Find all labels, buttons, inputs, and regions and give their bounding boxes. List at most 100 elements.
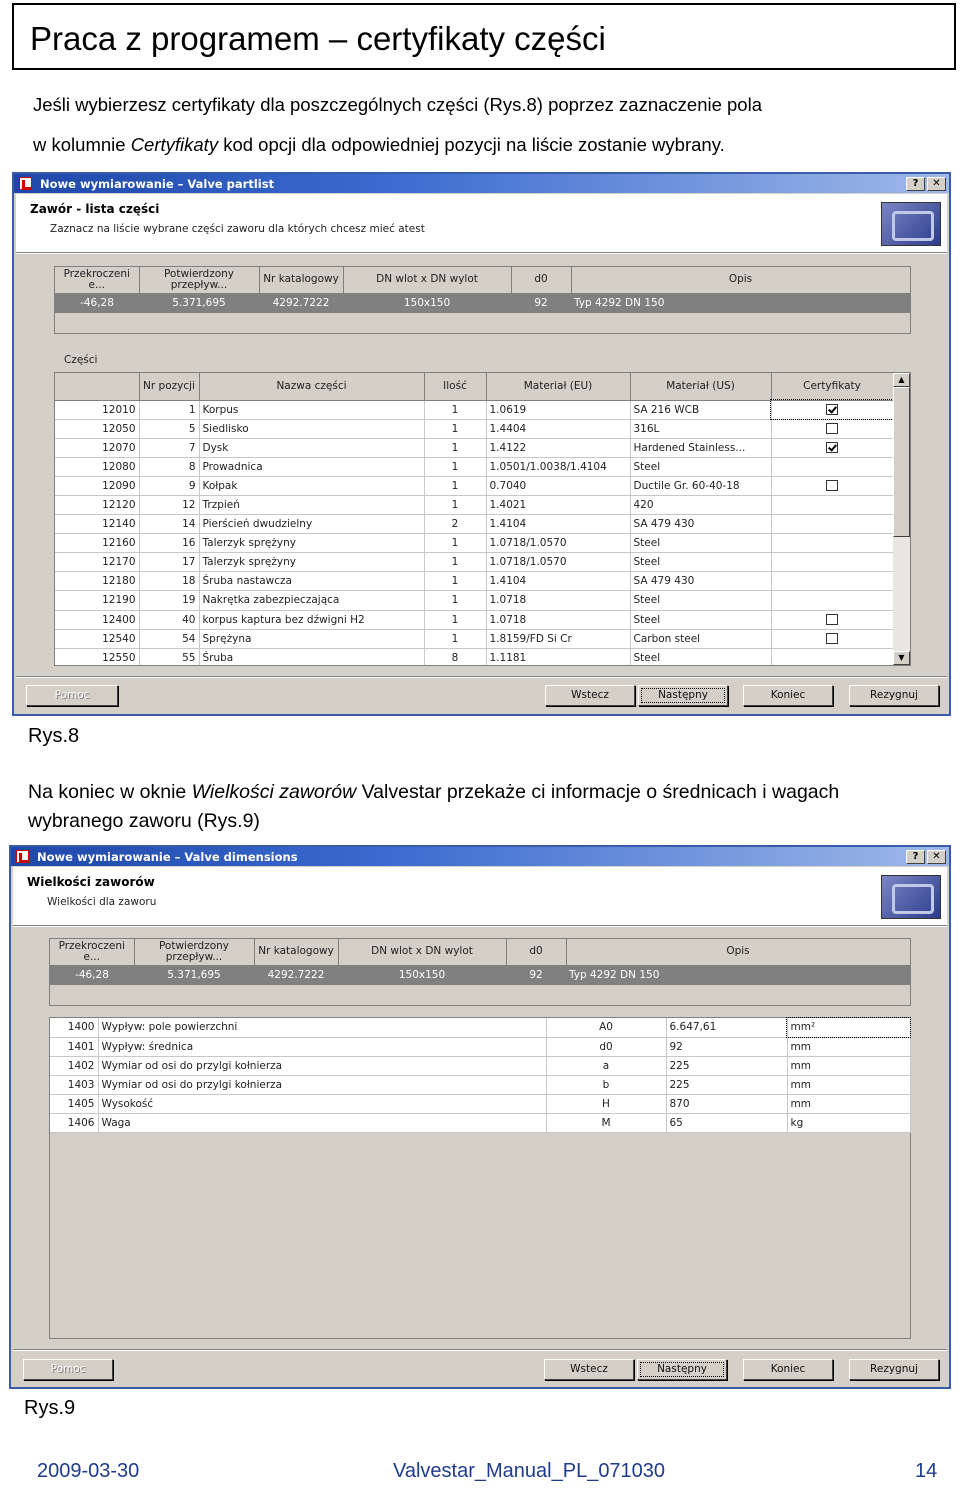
certificate-cell[interactable] (771, 457, 894, 477)
scroll-down-icon[interactable]: ▼ (893, 651, 910, 665)
col-header[interactable] (55, 373, 140, 401)
table-row[interactable]: 12090 9 Kołpak 1 0.7040 Ductile Gr. 60-40-18 (55, 476, 894, 496)
col-header[interactable]: Potwierdzony przepływ... (139, 267, 260, 294)
table-row[interactable]: 12190 19 Nakrętka zabezpieczająca 1 1.0718 St… (55, 590, 894, 611)
certificate-cell[interactable] (771, 438, 894, 458)
col-header[interactable]: DN wlot x DN wylot (343, 267, 512, 294)
cancel-button[interactable]: Rezygnuj (849, 685, 939, 706)
col-header[interactable]: Nr katalogowy (259, 267, 344, 294)
certificate-cell[interactable] (771, 629, 894, 649)
certificate-cell[interactable] (771, 495, 894, 516)
certificate-cell[interactable] (771, 533, 894, 554)
table-row[interactable]: 1402 Wymiar od osi do przylgi kołnierza a 2… (50, 1056, 911, 1076)
checkbox-icon[interactable] (826, 480, 838, 492)
help-icon[interactable]: ? (906, 177, 925, 191)
checkbox-icon[interactable] (826, 423, 838, 435)
parts-grid: Nr pozycji Nazwa części Ilość Materiał (… (54, 372, 911, 666)
table-row[interactable]: 1405 Wysokość H 870 mm (50, 1094, 911, 1114)
next-button[interactable]: Następny (638, 685, 728, 706)
col-header[interactable]: Certyfikaty (771, 373, 894, 401)
table-row[interactable]: 12120 12 Trzpień 1 1.4021 420 (55, 495, 894, 516)
divider (16, 676, 947, 678)
dimension-name-cell: Waga (98, 1113, 547, 1134)
col-header[interactable]: Ilość (424, 373, 487, 401)
scroll-up-icon[interactable]: ▲ (893, 373, 910, 387)
table-row[interactable]: 1401 Wypływ: średnica d0 92 mm (50, 1037, 911, 1057)
col-header[interactable]: Nr katalogowy (254, 939, 339, 966)
quantity-cell: 1 (424, 419, 487, 439)
close-icon[interactable]: ✕ (927, 177, 946, 191)
next-button[interactable]: Następny (637, 1359, 727, 1380)
parts-label: Części (64, 354, 98, 366)
table-row[interactable]: 1400 Wypływ: pole powierzchni A0 6.647,61 mm… (50, 1016, 911, 1039)
part-name-cell: Prowadnica (199, 457, 425, 477)
help-button[interactable]: Pomoc (26, 685, 118, 706)
cancel-button[interactable]: Rezygnuj (849, 1359, 939, 1380)
table-row[interactable]: -46,28 5.371,695 4292.7222 150x150 92 Ty… (50, 965, 910, 985)
certificate-cell[interactable] (770, 398, 894, 421)
table-row[interactable]: 12170 17 Talerzyk sprężyny 1 1.0718/1.0570 St… (55, 552, 894, 573)
col-header[interactable]: Materiał (US) (630, 373, 772, 401)
certificate-cell[interactable] (771, 648, 894, 665)
material-eu-cell: 0.7040 (486, 476, 631, 496)
col-header[interactable]: Opis (571, 267, 911, 294)
help-icon[interactable]: ? (906, 850, 925, 864)
partlist-window: Nowe wymiarowanie – Valve partlist ? ✕ Z… (12, 172, 951, 716)
col-header[interactable]: Potwierdzony przepływ... (134, 939, 255, 966)
material-eu-cell: 1.0718/1.0570 (486, 533, 631, 554)
table-row[interactable]: 12010 1 Korpus 1 1.0619 SA 216 WCB (55, 398, 894, 421)
symbol-cell: d0 (546, 1037, 667, 1057)
part-name-cell: Talerzyk sprężyny (199, 552, 425, 573)
checkbox-icon[interactable] (826, 614, 838, 626)
table-row[interactable]: 12180 18 Śruba nastawcza 1 1.4104 SA 479 430 (55, 571, 894, 592)
col-header[interactable]: Nr pozycji (139, 373, 200, 401)
table-row[interactable]: 12070 7 Dysk 1 1.4122 Hardened Stainless... (55, 438, 894, 458)
table-row[interactable]: -46,28 5.371,695 4292.7222 150x150 92 Ty… (55, 293, 910, 313)
part-id-cell: 12010 (55, 400, 140, 420)
back-button[interactable]: Wstecz (545, 685, 635, 706)
material-us-cell: Steel (630, 610, 772, 630)
quantity-cell: 1 (424, 400, 487, 420)
col-header[interactable]: Opis (566, 939, 911, 966)
vertical-scrollbar[interactable]: ▲ ▼ (893, 373, 910, 665)
table-row[interactable]: 12540 54 Sprężyna 1 1.8159/FD Si Cr Carbon st… (55, 629, 894, 649)
table-row[interactable]: 12050 5 Siedlisko 1 1.4404 316L (55, 419, 894, 439)
certificate-cell[interactable] (771, 419, 894, 439)
material-eu-cell: 1.1181 (486, 648, 631, 665)
certificate-cell[interactable] (771, 476, 894, 496)
checkbox-icon[interactable] (826, 633, 838, 645)
close-icon[interactable]: ✕ (927, 850, 946, 864)
quantity-cell: 1 (424, 590, 487, 611)
table-row[interactable]: 12160 16 Talerzyk sprężyny 1 1.0718/1.0570 St… (55, 533, 894, 554)
table-row[interactable]: 1403 Wymiar od osi do przylgi kołnierza b 2… (50, 1075, 911, 1095)
finish-button[interactable]: Koniec (743, 1359, 833, 1380)
finish-button[interactable]: Koniec (743, 685, 833, 706)
col-header[interactable]: Materiał (EU) (486, 373, 631, 401)
col-header[interactable]: Przekroczeni e... (55, 267, 140, 294)
col-header[interactable]: Przekroczeni e... (50, 939, 135, 966)
col-header[interactable]: DN wlot x DN wylot (338, 939, 507, 966)
col-header[interactable]: d0 (506, 939, 567, 966)
checkbox-checked-icon[interactable] (826, 442, 838, 454)
part-id-cell: 12140 (55, 514, 140, 535)
table-row[interactable]: 1406 Waga M 65 kg (50, 1113, 911, 1134)
col-header[interactable]: d0 (511, 267, 572, 294)
table-row[interactable]: 12400 40 korpus kaptura bez dźwigni H2 1 1.0… (55, 610, 894, 630)
certificate-cell[interactable] (771, 552, 894, 573)
table-row[interactable]: 12550 55 Śruba 8 1.1181 Steel (55, 648, 894, 665)
cell: 5.371,695 (134, 965, 254, 985)
certificate-cell[interactable] (771, 610, 894, 630)
unit-cell: mm (787, 1075, 911, 1095)
col-header[interactable]: Nazwa części (199, 373, 425, 401)
checkbox-checked-icon[interactable] (826, 404, 838, 416)
scroll-thumb[interactable] (893, 387, 910, 537)
table-row[interactable]: 12080 8 Prowadnica 1 1.0501/1.0038/1.4104 Ste… (55, 457, 894, 477)
certificate-cell[interactable] (771, 590, 894, 611)
page-title: Praca z programem – certyfikaty części (12, 3, 956, 70)
back-button[interactable]: Wstecz (544, 1359, 634, 1380)
dimension-name-cell: Wypływ: średnica (98, 1037, 547, 1057)
certificate-cell[interactable] (771, 514, 894, 535)
help-button[interactable]: Pomoc (23, 1359, 113, 1380)
certificate-cell[interactable] (771, 571, 894, 592)
table-row[interactable]: 12140 14 Pierścień dwudzielny 2 1.4104 SA 479… (55, 514, 894, 535)
